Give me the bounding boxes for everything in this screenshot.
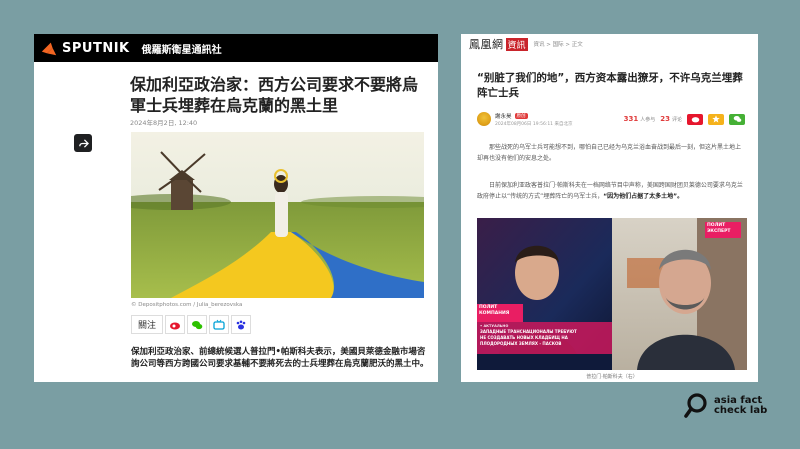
sputnik-article-screenshot: SPUTNIK 俄羅斯衛星通訊社 保加利亞政治家：西方公司要求不要將烏軍士兵埋葬… [34,34,438,382]
channel-logo-left: ПОЛИТ КОМПАНИЯ [479,305,509,317]
watermark-text: asia fact check lab [714,396,767,416]
article-stats: 331 人参与 23 评论 [623,113,745,125]
news-ticker: • АКТУАЛЬНО ЗАПАДНЫЕ ТРАНСНАЦИОНАЛЫ ТРЕБ… [480,323,610,347]
phoenix-article-screenshot: 鳳凰網 資訊 資讯 > 国际 > 正文 “别脏了我们的地”，西方资本露出獠牙，不… [461,34,758,382]
phoenix-logo-badge: 資訊 [505,37,528,51]
comments-label[interactable]: 评论 [672,116,682,123]
weibo-share-button[interactable] [165,315,186,334]
magnifier-icon [684,393,707,418]
share-button[interactable] [74,134,92,152]
article-title: 保加利亞政治家：西方公司要求不要將烏軍士兵埋葬在烏克蘭的黑土里 [130,75,419,115]
author-avatar[interactable] [477,112,491,126]
ticker-top: • АКТУАЛЬНО [480,324,509,328]
author-line: 謝永昊 原创 [495,112,572,120]
asia-fact-check-lab-logo: asia fact check lab [684,393,767,419]
article-lead-paragraph: 保加利亞政治家、前總統候選人普拉門•帕斯科夫表示，美國貝萊德金融市場咨詢公司等西… [131,347,429,369]
weibo-icon [170,322,181,329]
tv-icon [213,319,225,330]
publish-time: 2024年08月06日 19:56:11 来自北京 [495,121,573,127]
wechat-icon [192,320,203,329]
author-block: 謝永昊 原创 2024年08月06日 19:56:11 来自北京 [495,112,572,127]
article-meta: 謝永昊 原创 2024年08月06日 19:56:11 来自北京 331 人参与… [477,109,745,129]
sputnik-logo-text[interactable]: SPUTNIK [62,41,130,56]
wechat-share-button[interactable] [729,113,745,125]
channel-logo-right-line2: ЭКСПЕРТ [707,229,731,234]
author-name[interactable]: 謝永昊 [495,112,512,120]
baidu-share-button[interactable] [231,315,252,334]
original-tag: 原创 [514,112,528,119]
share-arrow-icon [78,138,89,148]
qzone-share-button[interactable] [708,113,724,125]
channel-logo-right: ПОЛИТ ЭКСПЕРТ [707,223,731,235]
field-girl-photo [131,132,424,298]
paragraph-2-quote: “因为他们占据了太多土地”。 [603,193,684,200]
wechat-share-button[interactable] [187,315,208,334]
phoenix-logo-text[interactable]: 鳳凰網 [469,36,504,52]
tv-interview-still [477,218,747,370]
wechat-icon [733,116,741,122]
sputnik-header: SPUTNIK 俄羅斯衛星通訊社 [34,34,438,62]
participants-label: 人参与 [640,116,656,123]
tv-share-button[interactable] [209,315,230,334]
follow-button[interactable]: 關注 [131,315,164,334]
breadcrumb[interactable]: 資讯 > 国际 > 正文 [534,40,583,48]
article-paragraph-2: 日前保加利亚政客普拉门·帕斯科夫在一档网络节目中声称，美国跨国财团贝莱德公司要求… [477,180,745,202]
ticker-line-3: ПЛОДОРОДНЫХ ЗЕМЛЯХ - ПАСКОВ [480,341,562,346]
article-photo [131,132,424,298]
video-caption: 普拉门·帕斯科夫（右） [586,374,638,380]
channel-logo-left-line2: КОМПАНИЯ [479,311,510,316]
sputnik-logo-icon [41,42,57,56]
video-still[interactable]: ПОЛИТ ЭКСПЕРТ ПОЛИТ КОМПАНИЯ • АКТУАЛЬНО… [477,218,747,370]
phoenix-header: 鳳凰網 資訊 資讯 > 国际 > 正文 [461,34,758,54]
article-title: “别脏了我们的地”，西方资本露出獠牙，不许乌克兰埋葬阵亡士兵 [477,72,743,99]
article-date: 2024年8月2日, 12:40 [130,119,198,127]
star-icon [712,115,720,123]
weibo-icon [691,117,699,123]
sputnik-tagline: 俄羅斯衛星通訊社 [141,44,222,56]
article-paragraph-1: 那些战死的乌军士兵可能想不到，哪怕自己已经为乌克兰浴血奋战到最后一刻，但这片黑土… [477,144,742,162]
participants-count: 331 [623,115,639,123]
paw-icon [236,320,246,329]
weibo-share-button[interactable] [687,113,703,125]
comments-count[interactable]: 23 [660,115,670,123]
photo-caption: © Depositphotos.com / Julia_berezovska [131,302,243,308]
watermark-line-2: check lab [714,405,768,416]
social-share-bar: 關注 [131,315,252,334]
